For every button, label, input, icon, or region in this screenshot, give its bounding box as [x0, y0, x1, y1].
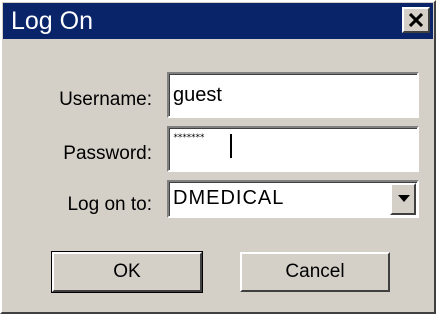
dropdown-button[interactable]	[390, 183, 416, 215]
title-bar[interactable]: Log On	[3, 3, 433, 39]
domain-select-value: DMEDICAL	[173, 187, 285, 209]
password-field[interactable]: *******	[167, 126, 419, 172]
text-caret	[230, 134, 232, 158]
ok-button[interactable]: OK	[51, 251, 203, 293]
window-title: Log On	[11, 7, 94, 35]
domain-select[interactable]: DMEDICAL	[167, 180, 419, 218]
password-label: Password:	[63, 143, 152, 164]
username-field[interactable]	[167, 72, 419, 118]
log-on-dialog: Log On Username: Password: ******* Log o…	[0, 0, 436, 314]
username-input[interactable]	[173, 74, 413, 116]
log-on-to-label: Log on to:	[67, 194, 152, 215]
username-label: Username:	[59, 89, 152, 110]
close-icon	[409, 13, 423, 27]
cancel-button[interactable]: Cancel	[240, 252, 390, 292]
close-button[interactable]	[402, 7, 430, 33]
password-masked-text: *******	[173, 133, 205, 143]
chevron-down-icon	[398, 195, 410, 202]
